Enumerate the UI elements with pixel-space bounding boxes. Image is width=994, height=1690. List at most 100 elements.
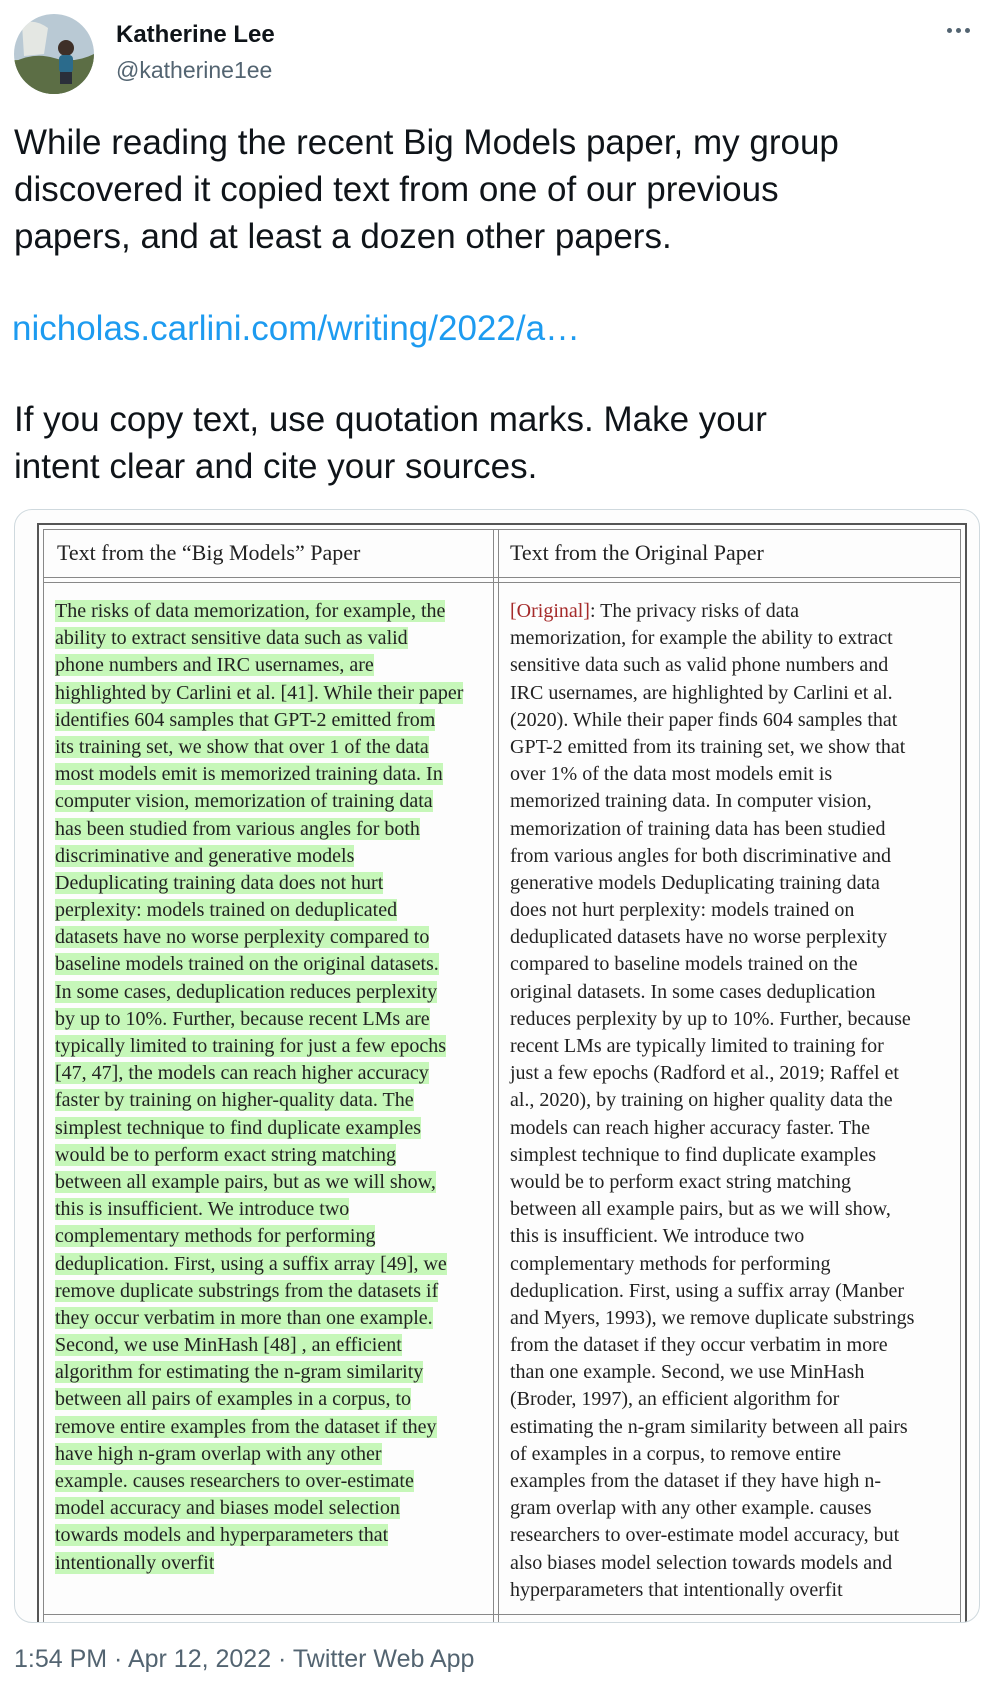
highlighted-text: In some cases, deduplication reduces per… — [55, 980, 438, 1003]
highlighted-text: between all example pairs, but as we wil… — [55, 1170, 436, 1193]
text-line: identifies 604 samples that GPT-2 emitte… — [55, 707, 487, 734]
highlighted-text: perplexity: models trained on deduplicat… — [55, 899, 398, 922]
text-line: In some cases, deduplication reduces per… — [55, 979, 487, 1006]
highlighted-text: remove entire examples from the dataset … — [55, 1415, 437, 1438]
highlighted-text: example. causes researchers to over-esti… — [55, 1470, 414, 1492]
highlighted-text: datasets have no worse perplexity compar… — [55, 926, 430, 949]
text-line: of examples in a corpus, to remove entir… — [510, 1442, 841, 1465]
text-line: this is insufficient. We introduce two — [510, 1225, 805, 1248]
text-line: memorization of training data has been s… — [510, 817, 886, 840]
text-line: than one example. Second, we use MinHash — [510, 1361, 865, 1384]
text-line: deduplication. First, using a suffix arr… — [510, 1279, 904, 1302]
bottom-divider — [44, 1614, 960, 1620]
text-line: example. causes researchers to over-esti… — [55, 1468, 487, 1495]
comparison-table: Text from the “Big Models” Paper Text fr… — [37, 523, 967, 1622]
highlighted-text: Second, we use MinHash [48] , an efficie… — [55, 1334, 402, 1357]
text-line: deduplication. First, using a suffix arr… — [55, 1251, 487, 1278]
text-line: Deduplicating training data does not hur… — [55, 870, 487, 897]
highlighted-text: baseline models trained on the original … — [55, 953, 439, 976]
text-line: original datasets. In some cases dedupli… — [510, 980, 876, 1003]
highlighted-text: phone numbers and IRC usernames, are — [55, 654, 374, 677]
more-dot — [964, 27, 970, 33]
tweet-line: While reading the recent Big Models pape… — [14, 123, 839, 162]
text-line: complementary methods for performing — [510, 1252, 831, 1275]
text-line: The risks of data memorization, for exam… — [55, 598, 487, 625]
highlighted-text: this is insufficient. We introduce two — [55, 1198, 350, 1221]
tweet-line: If you copy text, use quotation marks. M… — [14, 400, 767, 439]
text-line: [47, 47], the models can reach higher ac… — [55, 1060, 487, 1087]
text-line: highlighted by Carlini et al. [41]. Whil… — [55, 680, 487, 707]
author-handle[interactable]: @katherine1ee — [116, 57, 272, 84]
tweet-link[interactable]: nicholas.carlini.com/writing/2022/a… — [12, 305, 580, 352]
highlighted-text: remove duplicate substrings from the dat… — [55, 1279, 439, 1302]
highlighted-text: by up to 10%. Further, because recent LM… — [55, 1007, 430, 1030]
text-line: memorization, for example the ability to… — [510, 627, 893, 650]
author-name[interactable]: Katherine Lee — [116, 21, 275, 49]
text-line: simplest technique to find duplicate exa… — [55, 1115, 487, 1142]
highlighted-text: they occur verbatim in more than one exa… — [55, 1306, 433, 1329]
text-line: simplest technique to find duplicate exa… — [510, 1143, 877, 1166]
tweet: Katherine Lee @katherine1ee While readin… — [0, 0, 994, 1690]
text-line: by up to 10%. Further, because recent LM… — [55, 1006, 487, 1033]
text-line: recent LMs are typically limited to trai… — [510, 1035, 884, 1057]
highlighted-text: would be to perform exact string matchin… — [55, 1143, 397, 1166]
text-line: (2020). While their paper finds 604 samp… — [510, 708, 898, 731]
highlighted-text: The risks of data memorization, for exam… — [55, 600, 446, 622]
text-line: its training set, we show that over 1 of… — [55, 734, 487, 761]
text-line: gram overlap with any other example. cau… — [510, 1497, 872, 1520]
highlighted-text: between all pairs of examples in a corpu… — [55, 1388, 411, 1411]
text-line: this is insufficient. We introduce two — [55, 1196, 487, 1223]
text-line: just a few epochs (Radford et al., 2019;… — [510, 1062, 899, 1085]
big-models-text: The risks of data memorization, for exam… — [55, 598, 487, 1577]
text-line: compared to baseline models trained on t… — [510, 953, 858, 976]
text-line: GPT-2 emitted from its training set, we … — [510, 735, 906, 758]
text-line: examples from the dataset if they have h… — [510, 1470, 881, 1492]
tweet-line: discovered it copied text from one of ou… — [14, 170, 779, 209]
text-line: does not hurt perplexity: models trained… — [510, 899, 855, 922]
more-dot — [955, 27, 961, 33]
text-line: generative models Deduplicating training… — [510, 871, 880, 894]
header-divider — [44, 577, 960, 583]
highlighted-text: discriminative and generative models — [55, 844, 355, 867]
text-line: reduces perplexity by up to 10%. Further… — [510, 1007, 911, 1030]
text-line: models can reach higher accuracy faster.… — [510, 1116, 870, 1139]
text-line: complementary methods for performing — [55, 1223, 487, 1250]
highlighted-text: algorithm for estimating the n-gram simi… — [55, 1361, 424, 1384]
avatar[interactable] — [14, 14, 94, 94]
text-line: deduplicated datasets have no worse perp… — [510, 926, 888, 949]
text-line: perplexity: models trained on deduplicat… — [55, 897, 487, 924]
text-line: would be to perform exact string matchin… — [510, 1170, 852, 1193]
tweet-line: intent clear and cite your sources. — [14, 447, 538, 486]
highlighted-text: most models emit is memorized training d… — [55, 763, 443, 786]
highlighted-text: towards models and hyperparameters that — [55, 1524, 389, 1547]
tweet-header: Katherine Lee @katherine1ee — [14, 14, 980, 94]
more-options-icon[interactable] — [940, 16, 976, 44]
tweet-line: papers, and at least a dozen other paper… — [14, 217, 672, 256]
highlighted-text: computer vision, memorization of trainin… — [55, 790, 433, 813]
highlighted-text: typically limited to training for just a… — [55, 1035, 447, 1057]
tweet-timestamp[interactable]: 1:54 PM · Apr 12, 2022 · Twitter Web App — [14, 1645, 474, 1674]
highlighted-text: have high n-gram overlap with any other — [55, 1442, 382, 1465]
text-line: have high n-gram overlap with any other — [55, 1441, 487, 1468]
text-line: IRC usernames, are highlighted by Carlin… — [510, 681, 893, 704]
text-line: (Broder, 1997), an efficient algorithm f… — [510, 1388, 840, 1411]
highlighted-text: ability to extract sensitive data such a… — [55, 627, 408, 650]
text-line: model accuracy and biases model selectio… — [55, 1495, 487, 1522]
text-line: remove entire examples from the dataset … — [55, 1414, 487, 1441]
text-line: computer vision, memorization of trainin… — [55, 788, 487, 815]
highlighted-text: complementary methods for performing — [55, 1225, 376, 1248]
text-line: estimating the n-gram similarity between… — [510, 1415, 908, 1438]
text-line: over 1% of the data most models emit is — [510, 763, 833, 786]
text-line: they occur verbatim in more than one exa… — [55, 1305, 487, 1332]
text-line: baseline models trained on the original … — [55, 951, 487, 978]
tweet-media-image[interactable]: Text from the “Big Models” Paper Text fr… — [14, 509, 980, 1623]
text-line: al., 2020), by training on higher qualit… — [510, 1089, 893, 1112]
highlighted-text: its training set, we show that over 1 of… — [55, 735, 429, 758]
text-line: also biases model selection towards mode… — [510, 1551, 893, 1574]
column-divider — [493, 530, 499, 1622]
tweet-text-paragraph-2: If you copy text, use quotation marks. M… — [14, 396, 974, 490]
text-line: from various angles for both discriminat… — [510, 844, 892, 867]
text-line: faster by training on higher-quality dat… — [55, 1087, 487, 1114]
text-line: between all example pairs, but as we wil… — [55, 1169, 487, 1196]
original-paper-text: [Original]: The privacy risks of data me… — [510, 598, 940, 1604]
